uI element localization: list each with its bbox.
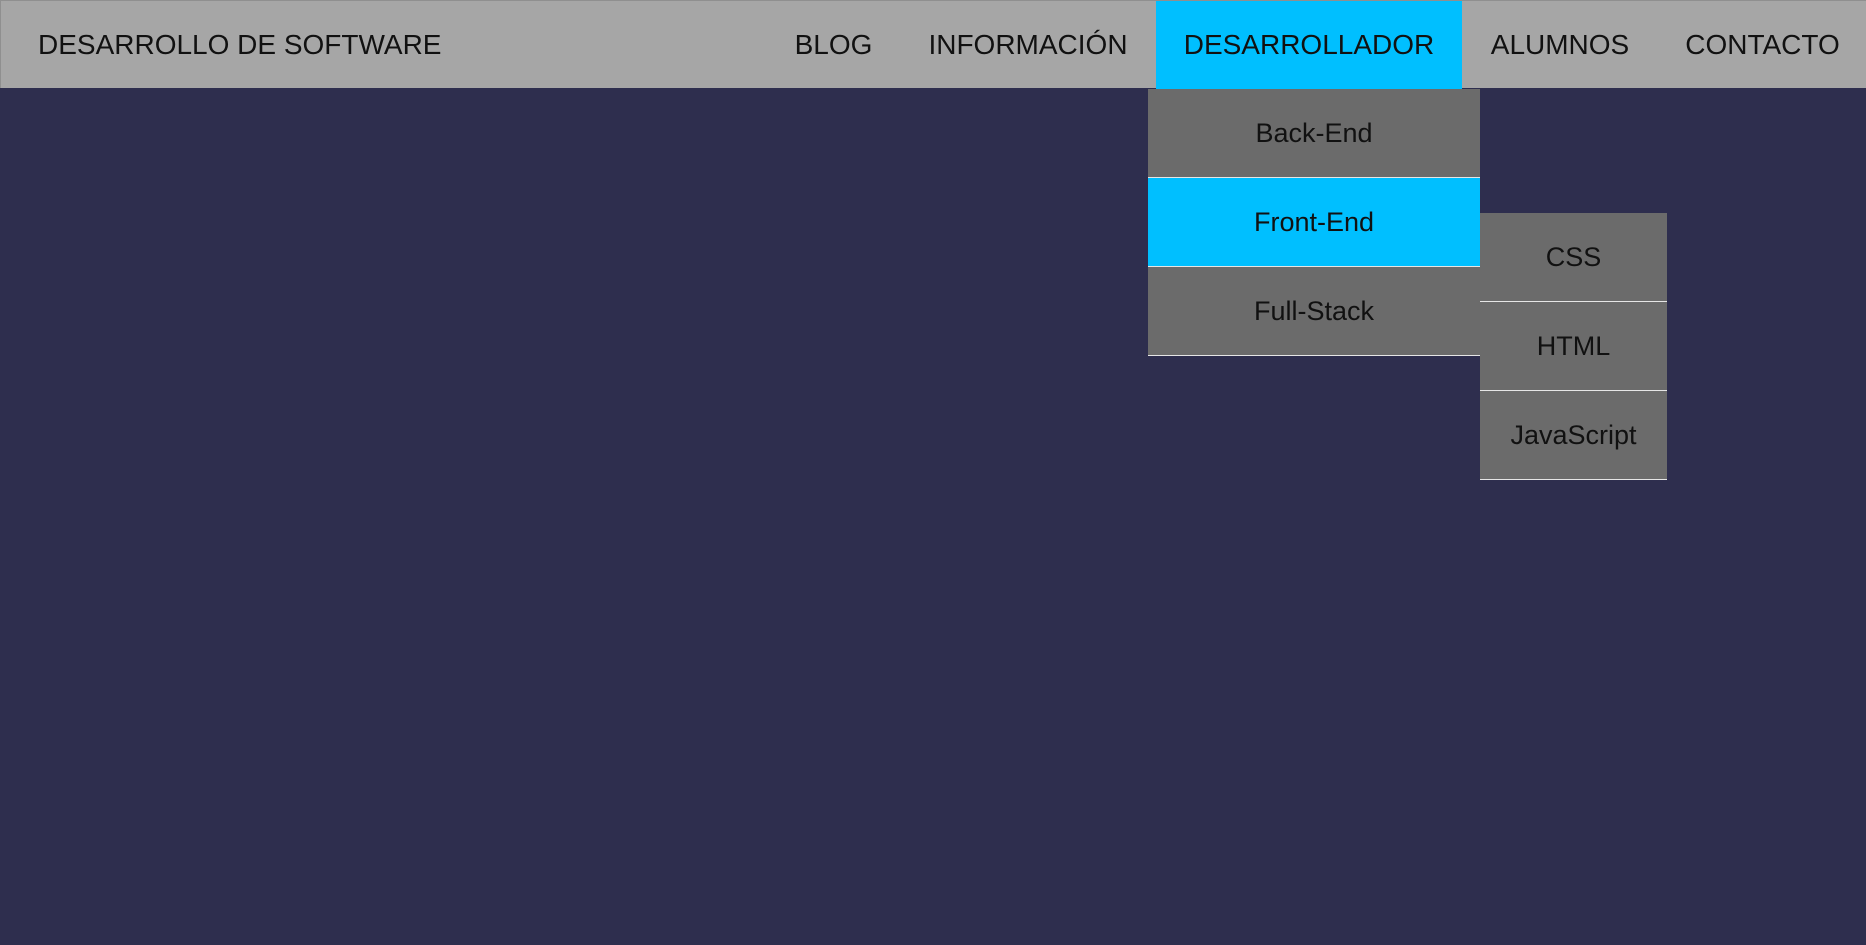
nav-item-desarrollador[interactable]: DESARROLLADOR	[1156, 1, 1462, 89]
nav-item-blog[interactable]: BLOG	[777, 1, 890, 89]
submenu-item-css[interactable]: CSS	[1480, 213, 1667, 302]
nav-item-informacion[interactable]: INFORMACIÓN	[900, 1, 1156, 89]
dropdown-item-full-stack[interactable]: Full-Stack	[1148, 267, 1480, 356]
desarrollador-dropdown: Back-End Front-End Full-Stack	[1148, 89, 1480, 356]
dropdown-item-back-end[interactable]: Back-End	[1148, 89, 1480, 178]
nav-item-alumnos[interactable]: ALUMNOS	[1462, 1, 1658, 89]
dropdown-item-front-end[interactable]: Front-End	[1148, 178, 1480, 267]
top-navbar: DESARROLLO DE SOFTWARE BLOG INFORMACIÓN …	[0, 0, 1866, 89]
nav-item-contacto[interactable]: CONTACTO	[1658, 1, 1866, 89]
site-brand[interactable]: DESARROLLO DE SOFTWARE	[38, 1, 441, 89]
submenu-item-javascript[interactable]: JavaScript	[1480, 391, 1667, 480]
submenu-item-html[interactable]: HTML	[1480, 302, 1667, 391]
front-end-submenu: CSS HTML JavaScript	[1480, 213, 1667, 480]
